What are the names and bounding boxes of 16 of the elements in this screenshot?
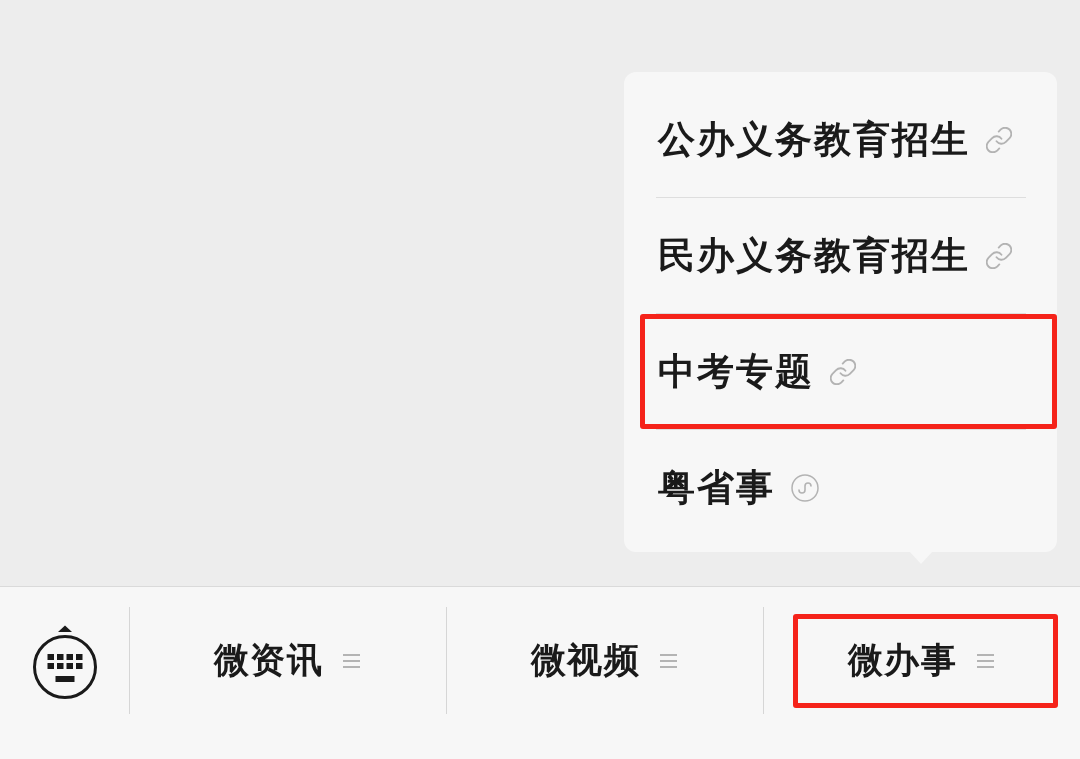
menu-item[interactable]: 公办义务教育招生 xyxy=(640,82,1057,197)
keyboard-icon xyxy=(31,625,98,700)
link-icon xyxy=(986,242,1012,269)
link-icon xyxy=(830,358,856,385)
tab[interactable]: 微视频 xyxy=(475,613,741,708)
tab[interactable]: 微资讯 xyxy=(158,613,424,708)
link-icon xyxy=(986,126,1012,153)
menu-item[interactable]: 中考专题 xyxy=(640,314,1057,429)
circled-loop-icon xyxy=(791,473,819,502)
menu-item[interactable]: 民办义务教育招生 xyxy=(640,198,1057,313)
menu-icon xyxy=(343,653,361,668)
tab[interactable]: 微办事 xyxy=(792,613,1058,708)
menu-icon xyxy=(977,653,995,668)
menu-item[interactable]: 粤省事 xyxy=(640,430,1057,545)
menu-icon xyxy=(660,653,678,668)
keyboard-button[interactable] xyxy=(31,625,98,700)
